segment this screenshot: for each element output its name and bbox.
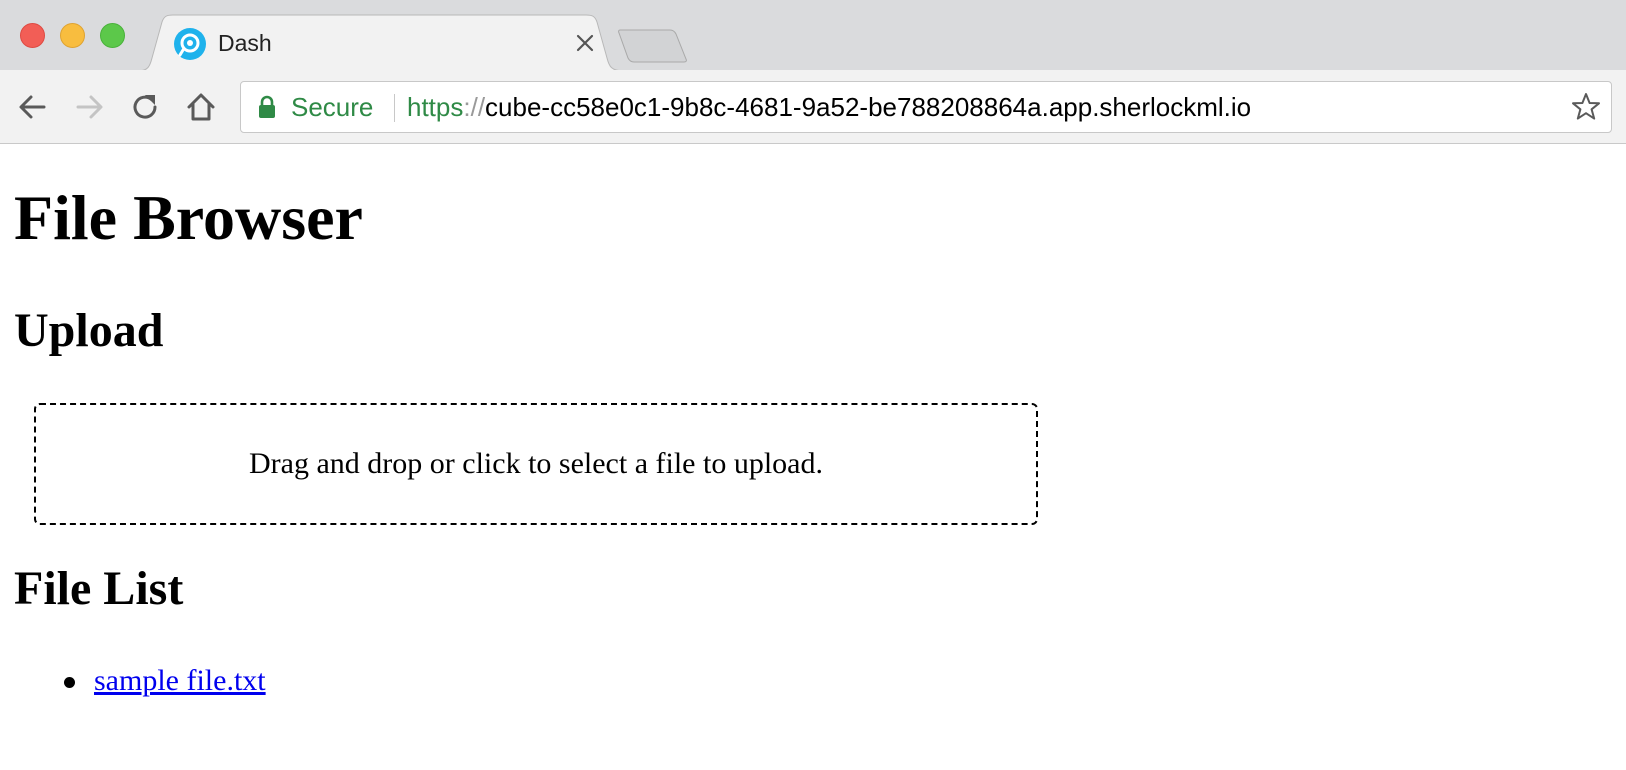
home-icon[interactable]: [184, 90, 218, 124]
url-host: cube-cc58e0c1-9b8c-4681-9a52-be788208864…: [485, 92, 1252, 122]
window-zoom-button[interactable]: [100, 23, 125, 48]
file-list: sample file.txt: [54, 661, 266, 701]
page-title: File Browser: [14, 182, 363, 253]
lock-icon: [259, 95, 275, 118]
page-content: File Browser Upload Drag and drop or cli…: [0, 144, 1626, 770]
browser-toolbar: Secure https://cube-cc58e0c1-9b8c-4681-9…: [0, 70, 1626, 144]
tab-shape: [138, 14, 625, 72]
upload-heading: Upload: [14, 304, 164, 357]
browser-tabstrip: Dash: [0, 0, 1626, 72]
file-link[interactable]: sample file.txt: [94, 664, 266, 697]
secure-label: Secure: [291, 92, 374, 122]
back-arrow-icon[interactable]: [16, 90, 50, 124]
file-list-heading: File List: [14, 562, 184, 615]
url-scheme: https: [407, 92, 464, 122]
dash-favicon-icon: [174, 28, 206, 60]
new-tab-button[interactable]: [618, 29, 690, 63]
window-close-button[interactable]: [20, 23, 45, 48]
close-icon[interactable]: [573, 31, 597, 55]
window-minimize-button[interactable]: [60, 23, 85, 48]
star-icon[interactable]: [1571, 92, 1601, 122]
list-item: sample file.txt: [54, 661, 266, 701]
upload-dropzone[interactable]: Drag and drop or click to select a file …: [34, 403, 1038, 525]
forward-arrow-icon[interactable]: [72, 90, 106, 124]
tab-title: Dash: [218, 30, 272, 56]
browser-tab-active[interactable]: Dash: [138, 14, 628, 72]
reload-icon[interactable]: [128, 90, 162, 124]
url-text[interactable]: https://cube-cc58e0c1-9b8c-4681-9a52-be7…: [407, 92, 1251, 122]
address-bar[interactable]: Secure https://cube-cc58e0c1-9b8c-4681-9…: [240, 81, 1612, 133]
address-bar-divider: [394, 94, 395, 122]
url-separator: ://: [463, 92, 486, 122]
list-bullet: [64, 677, 75, 688]
dropzone-text: Drag and drop or click to select a file …: [249, 447, 823, 480]
